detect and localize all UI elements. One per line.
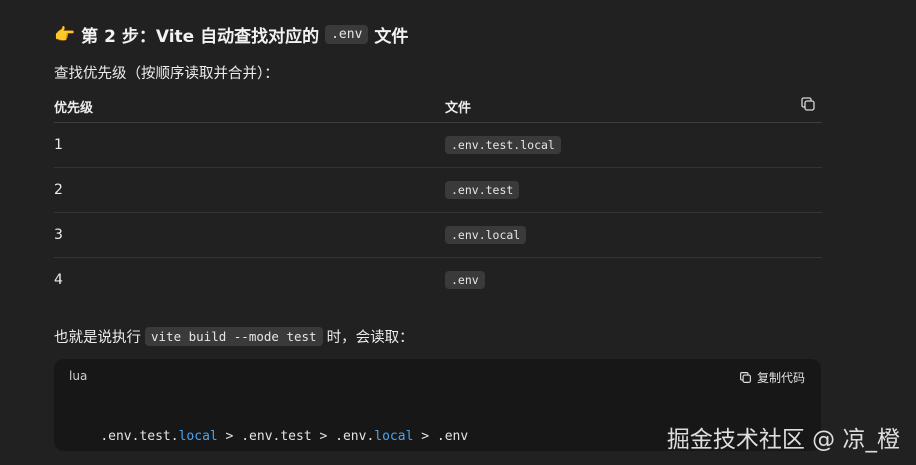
row-priority: 2	[54, 182, 63, 198]
para-prefix: 也就是说执行	[54, 330, 141, 346]
row-file: .env	[445, 271, 485, 289]
row-file: .env.local	[445, 226, 527, 244]
pointing-hand-icon: 👉	[54, 24, 76, 45]
code-token: .env.test.	[100, 429, 179, 444]
priority-table: 优先级 文件 1 .env.test.local 2 .env.test 3 .…	[54, 90, 822, 302]
watermark: 掘金技术社区 @ 凉_橙	[666, 427, 900, 453]
code-keyword: local	[374, 429, 414, 444]
row-priority: 4	[54, 272, 63, 288]
row-file: .env.test.local	[445, 136, 561, 154]
para-suffix: 时，会读取：	[326, 330, 414, 346]
code-token: > .env.test > .env.	[217, 429, 375, 444]
copy-icon[interactable]	[800, 96, 816, 112]
heading-inline-code: .env	[325, 25, 369, 44]
code-language-label: lua	[69, 369, 88, 383]
para-inline-code: vite build --mode test	[145, 327, 323, 346]
explanation-paragraph: 也就是说执行 vite build --mode test 时，会读取：	[54, 326, 414, 347]
row-priority: 3	[54, 227, 63, 243]
copy-code-label: 复制代码	[756, 371, 805, 385]
heading-text: 第 2 步：Vite 自动查找对应的	[81, 27, 320, 47]
table-header: 优先级 文件	[54, 90, 822, 123]
table-row: 2 .env.test	[54, 168, 822, 213]
code-line: .env.test.local > .env.test > .env.local…	[69, 414, 468, 459]
table-row: 1 .env.test.local	[54, 123, 822, 168]
heading-suffix: 文件	[374, 27, 409, 47]
header-priority: 优先级	[54, 100, 94, 116]
table-row: 4 .env	[54, 258, 822, 302]
table-row: 3 .env.local	[54, 213, 822, 258]
code-keyword: local	[178, 429, 218, 444]
copy-icon	[740, 372, 751, 383]
copy-code-button[interactable]: 复制代码	[739, 369, 805, 386]
row-file: .env.test	[445, 181, 520, 199]
intro-text: 查找优先级（按顺序读取并合并）：	[54, 66, 279, 82]
code-token: > .env	[413, 429, 469, 444]
section-heading: 👉 第 2 步：Vite 自动查找对应的 .env 文件	[54, 22, 409, 48]
row-priority: 1	[54, 137, 63, 153]
header-file: 文件	[445, 100, 472, 116]
